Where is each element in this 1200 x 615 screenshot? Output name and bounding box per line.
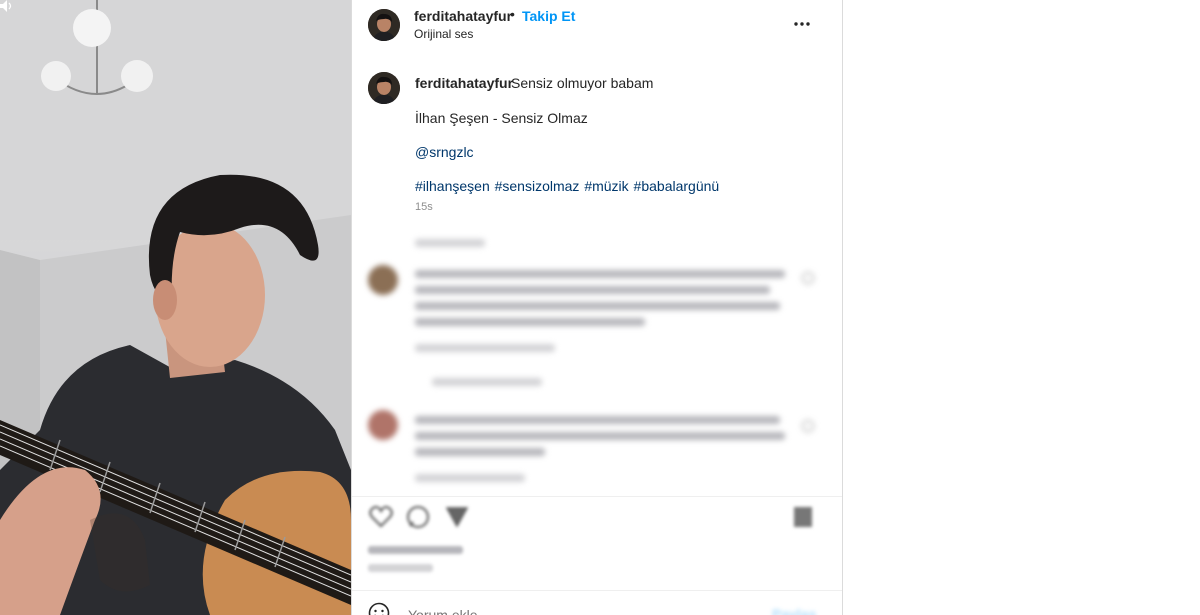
comment-icon[interactable] [405, 504, 431, 530]
comment-like-icon [802, 420, 814, 432]
blurred-text [415, 474, 525, 482]
blurred-text [415, 432, 785, 440]
caption-time: 15s [415, 201, 433, 213]
blurred-text [415, 286, 770, 294]
blurred-text [415, 416, 780, 424]
comment-input[interactable] [406, 606, 740, 615]
divider [352, 496, 842, 497]
audio-label[interactable]: Orijinal ses [414, 27, 473, 41]
post-panel: ferditahatayfur • Takip Et Orijinal ses … [351, 0, 843, 615]
caption-song: İlhan Şeşen - Sensiz Olmaz [415, 110, 588, 126]
more-options-icon[interactable] [792, 14, 812, 34]
blurred-comments [352, 230, 842, 500]
volume-icon[interactable] [0, 0, 14, 12]
header-username[interactable]: ferditahatayfur [414, 8, 512, 24]
blurred-text [415, 239, 485, 247]
reel-video[interactable] [0, 0, 351, 615]
caption-mention[interactable]: @srngzlc [415, 144, 474, 160]
caption-avatar[interactable] [368, 72, 400, 104]
comment-like-icon [802, 272, 814, 284]
caption-username[interactable]: ferditahatayfur [415, 75, 513, 91]
commenter-avatar [368, 265, 398, 295]
header-avatar[interactable] [368, 9, 400, 41]
bookmark-icon[interactable] [790, 504, 816, 530]
blurred-likes [368, 546, 463, 554]
heart-icon[interactable] [368, 504, 394, 530]
follow-button[interactable]: Takip Et [522, 8, 575, 24]
caption-hashtags[interactable]: #ilhanşeşen #sensizolmaz #müzik #babalar… [415, 178, 719, 194]
commenter-avatar [368, 410, 398, 440]
blurred-text [415, 448, 545, 456]
blurred-text [415, 302, 780, 310]
caption-text: Sensiz olmuyor babam [511, 75, 654, 91]
send-icon[interactable] [444, 504, 470, 530]
action-bar [352, 498, 842, 588]
blurred-date [368, 564, 433, 572]
divider [352, 590, 842, 591]
share-comment-button[interactable]: Paylaş [772, 606, 816, 615]
emoji-icon[interactable] [368, 602, 390, 615]
blurred-text [415, 318, 645, 326]
separator-dot: • [510, 6, 515, 22]
video-frame-illustration [0, 0, 351, 615]
blurred-text [415, 344, 555, 352]
blurred-text [415, 270, 785, 278]
blurred-text [432, 378, 542, 386]
